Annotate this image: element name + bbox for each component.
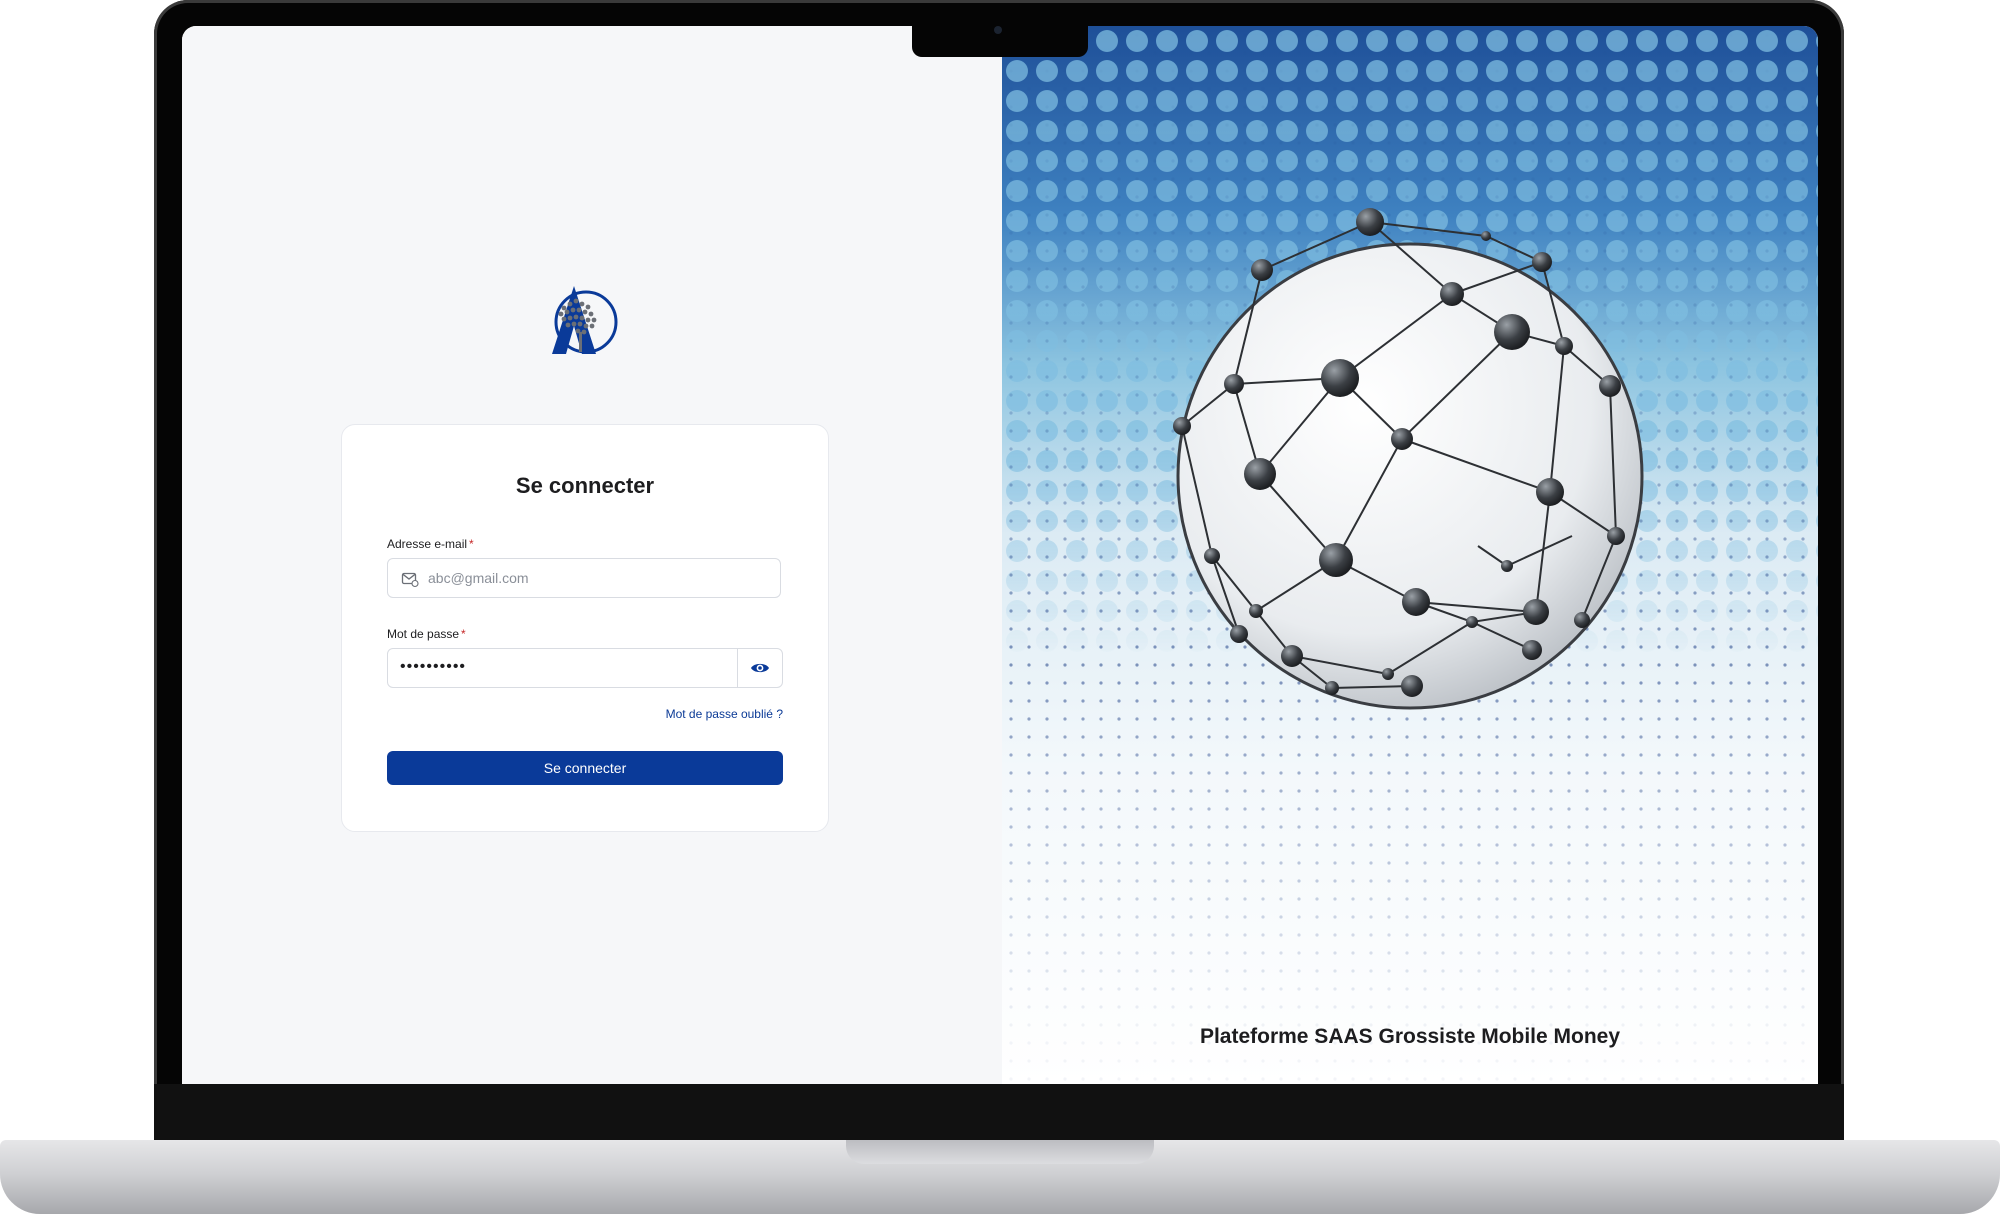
password-field[interactable]: ••••••••••: [387, 648, 783, 688]
screen-bottom-bezel: [154, 1084, 1844, 1144]
mail-icon: [401, 572, 419, 588]
camera-notch: [912, 20, 1088, 57]
login-card: Se connecter Adresse e-mail * abc@gmail.c…: [341, 424, 829, 832]
laptop-base-notch: [846, 1140, 1154, 1164]
password-value: ••••••••••: [400, 658, 467, 675]
camera-icon: [994, 26, 1002, 34]
forgot-password-link[interactable]: Mot de passe oublié ?: [666, 707, 783, 721]
login-title: Se connecter: [515, 473, 655, 498]
login-pane: Se connecter Adresse e-mail * abc@gmail.c…: [182, 26, 1004, 1084]
required-mark: *: [469, 537, 474, 551]
login-button[interactable]: Se connecter: [387, 751, 783, 785]
password-label-text: Mot de passe: [387, 627, 460, 641]
email-placeholder: abc@gmail.com: [428, 570, 529, 586]
tree-a-logo: [552, 286, 618, 354]
required-mark: *: [461, 627, 466, 641]
hero-pane: Plateforme SAAS Grossiste Mobile Money: [1002, 26, 1818, 1084]
platform-tagline: Plateforme SAAS Grossiste Mobile Money: [1199, 1025, 1621, 1048]
network-globe: [1002, 26, 1818, 1084]
email-label: Adresse e-mail *: [387, 537, 474, 551]
laptop-screen: Se connecter Adresse e-mail * abc@gmail.c…: [182, 26, 1818, 1084]
email-label-text: Adresse e-mail: [387, 537, 468, 551]
eye-icon: [751, 663, 769, 673]
email-field[interactable]: abc@gmail.com: [387, 558, 781, 598]
toggle-password-button[interactable]: [737, 649, 782, 687]
password-label: Mot de passe *: [387, 627, 466, 641]
